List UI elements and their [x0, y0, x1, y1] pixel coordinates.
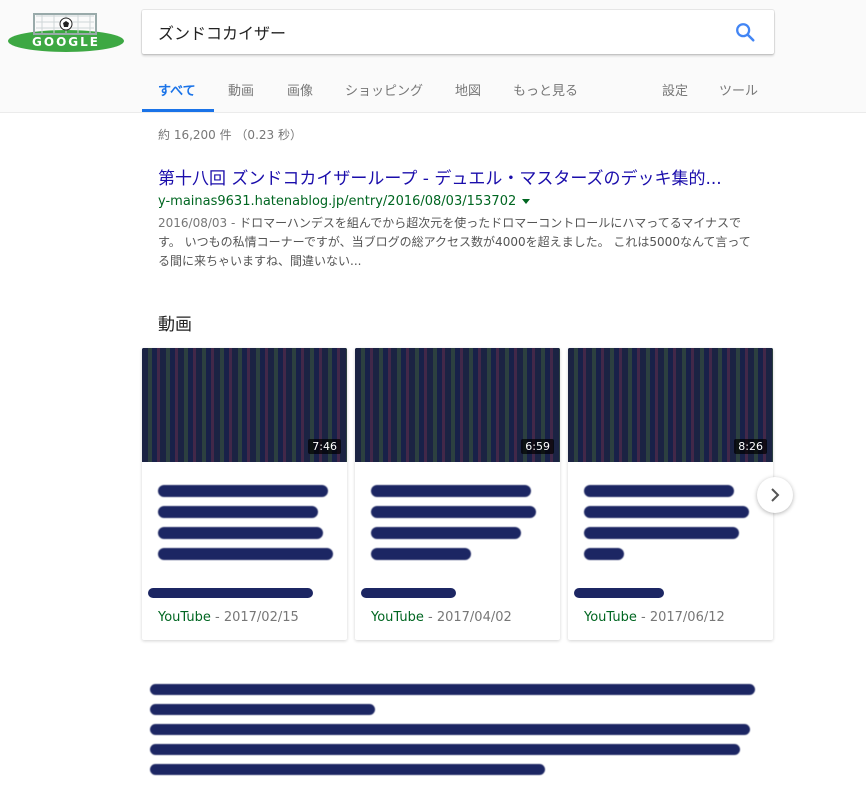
result-snippet-text: ドロマーハンデスを組んでから超次元を使ったドロマーコントロールにハマってるマイナ… [158, 216, 751, 268]
result-title-link[interactable]: 第十八回 ズンドコカイザーループ - デュエル・マスターズのデッキ集的... [158, 166, 768, 192]
tab-more[interactable]: もっと見る [513, 80, 578, 99]
video-channel-redacted [361, 588, 456, 598]
video-title-redacted [371, 476, 546, 569]
video-source: YouTube - 2017/06/12 [584, 610, 725, 625]
video-thumbnail[interactable]: 6:59 [355, 348, 560, 462]
video-card[interactable]: 6:59 YouTube - 2017/04/02 [355, 348, 560, 640]
video-card[interactable]: 8:26 YouTube - 2017/06/12 [568, 348, 773, 640]
search-icon[interactable] [734, 21, 756, 43]
result-url-row: y-mainas9631.hatenablog.jp/entry/2016/08… [158, 192, 768, 210]
tab-all[interactable]: すべて [158, 80, 196, 99]
search-result: 第十八回 ズンドコカイザーループ - デュエル・マスターズのデッキ集的... y… [158, 166, 768, 271]
google-doodle-logo[interactable]: GOOGLE [6, 12, 126, 54]
video-channel-redacted [148, 588, 313, 598]
video-card[interactable]: 7:46 YouTube - 2017/02/15 [142, 348, 347, 640]
result-stats: 約 16,200 件 （0.23 秒） [158, 128, 302, 142]
svg-text:GOOGLE: GOOGLE [32, 35, 100, 49]
tab-tools[interactable]: ツール [719, 80, 758, 99]
search-box[interactable] [142, 10, 774, 54]
search-result-redacted [150, 684, 760, 784]
video-source: YouTube - 2017/04/02 [371, 610, 512, 625]
result-url[interactable]: y-mainas9631.hatenablog.jp/entry/2016/08… [158, 194, 516, 209]
tab-shopping[interactable]: ショッピング [345, 80, 423, 99]
videos-heading: 動画 [158, 315, 192, 335]
video-carousel: 7:46 YouTube - 2017/02/15 6:59 YouTube -… [142, 348, 774, 640]
video-channel-redacted [574, 588, 664, 598]
tab-settings[interactable]: 設定 [662, 80, 688, 99]
video-title-redacted [158, 476, 333, 569]
active-tab-indicator [142, 109, 214, 112]
video-duration: 8:26 [734, 439, 767, 454]
result-snippet: 2016/08/03 - ドロマーハンデスを組んでから超次元を使ったドロマーコン… [158, 214, 758, 271]
search-input[interactable] [158, 10, 718, 54]
video-duration: 7:46 [308, 439, 341, 454]
video-thumbnail[interactable]: 7:46 [142, 348, 347, 462]
tab-maps[interactable]: 地図 [455, 80, 481, 99]
video-source: YouTube - 2017/02/15 [158, 610, 299, 625]
video-thumbnail[interactable]: 8:26 [568, 348, 773, 462]
chevron-right-icon[interactable] [757, 477, 793, 513]
video-title-redacted [584, 476, 759, 569]
caret-down-icon[interactable] [522, 198, 531, 204]
tab-images[interactable]: 画像 [287, 80, 313, 99]
tabs-bar: すべて 動画 画像 ショッピング 地図 もっと見る 設定 ツール [0, 68, 866, 113]
tab-videos[interactable]: 動画 [228, 80, 254, 99]
result-date: 2016/08/03 - [158, 216, 240, 230]
video-duration: 6:59 [521, 439, 554, 454]
header: GOOGLE すべて 動画 画像 ショッピング 地図 もっと見る 設定 ツール [0, 0, 866, 113]
